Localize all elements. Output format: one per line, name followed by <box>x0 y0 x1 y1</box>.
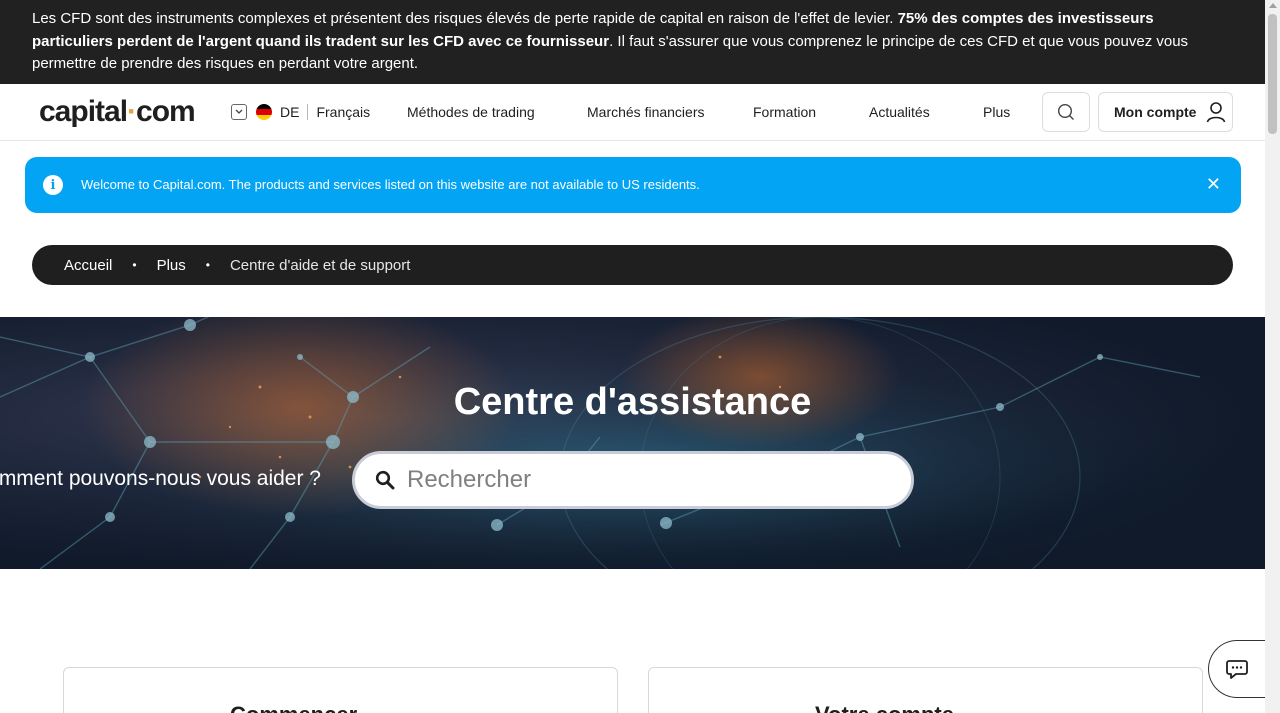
chevron-down-icon <box>231 104 247 120</box>
page: Les CFD sont des instruments complexes e… <box>0 0 1265 713</box>
card-title: Commencer <box>230 702 357 713</box>
account-label: Mon compte <box>1114 104 1197 120</box>
nav-education[interactable]: Formation <box>753 104 816 120</box>
chat-icon <box>1225 660 1248 679</box>
breadcrumb-separator: • <box>205 258 210 272</box>
category-card-getting-started[interactable]: Commencer <box>63 667 618 713</box>
country-code: DE <box>280 104 300 120</box>
language-selector[interactable]: DE Français <box>231 104 370 120</box>
help-search-box[interactable] <box>352 451 914 509</box>
network-background-image <box>0 317 1265 569</box>
help-center-hero: Centre d'assistance Comment pouvons-nous… <box>0 317 1265 569</box>
card-title: Votre compte <box>815 702 954 713</box>
scrollbar-thumb[interactable] <box>1268 14 1277 134</box>
page-scrollbar[interactable] <box>1265 0 1280 713</box>
my-account-button[interactable]: Mon compte <box>1098 92 1233 132</box>
search-icon <box>1057 103 1074 120</box>
us-residents-notice: i Welcome to Capital.com. The products a… <box>25 157 1241 213</box>
breadcrumb-separator: • <box>132 258 137 272</box>
user-icon <box>1207 102 1226 123</box>
divider <box>307 104 309 120</box>
nav-financial-markets[interactable]: Marchés financiers <box>587 104 705 120</box>
page-title: Centre d'assistance <box>453 381 812 423</box>
help-question: Comment pouvons-nous vous aider ? <box>0 467 321 490</box>
flag-de-icon <box>256 104 272 120</box>
chat-launcher-button[interactable] <box>1208 640 1265 698</box>
logo[interactable]: capital·com <box>39 95 196 129</box>
search-icon <box>375 470 395 490</box>
info-icon: i <box>43 175 63 195</box>
nav-news[interactable]: Actualités <box>869 104 930 120</box>
language-label: Français <box>316 104 371 120</box>
breadcrumb: Accueil • Plus • Centre d'aide et de sup… <box>32 245 1233 285</box>
close-icon[interactable]: ✕ <box>1206 174 1221 195</box>
breadcrumb-home[interactable]: Accueil <box>64 257 112 274</box>
header-search-button[interactable] <box>1042 92 1090 132</box>
nav-trading-methods[interactable]: Méthodes de trading <box>407 104 535 120</box>
risk-warning-banner: Les CFD sont des instruments complexes e… <box>0 0 1265 84</box>
nav-more[interactable]: Plus <box>983 104 1010 120</box>
breadcrumb-more[interactable]: Plus <box>157 257 186 274</box>
risk-text-1: Les CFD sont des instruments complexes e… <box>32 10 898 27</box>
site-header: capital·com DE Français Méthodes de trad… <box>0 84 1265 141</box>
notice-text: Welcome to Capital.com. The products and… <box>81 177 700 192</box>
scroll-up-arrow-icon[interactable] <box>1269 3 1277 8</box>
help-search-input[interactable] <box>407 466 887 494</box>
category-card-your-account[interactable]: Votre compte <box>648 667 1203 713</box>
breadcrumb-current: Centre d'aide et de support <box>229 256 411 274</box>
